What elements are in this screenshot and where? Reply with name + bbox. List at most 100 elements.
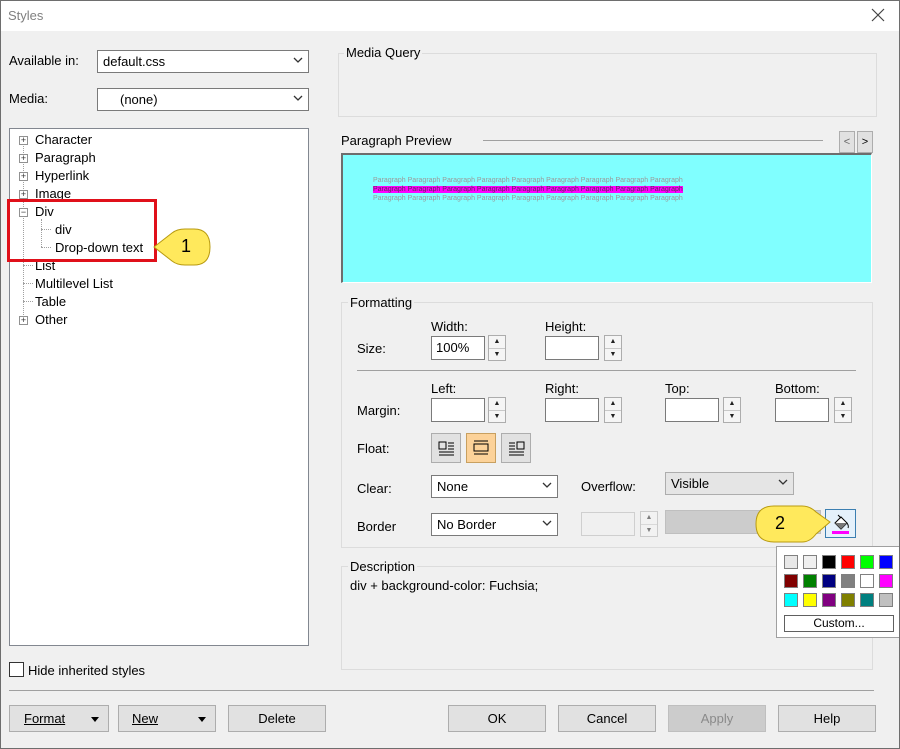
- tree-item-label: Table: [35, 294, 67, 309]
- formatting-label: Formatting: [348, 295, 415, 310]
- color-swatch[interactable]: [860, 593, 874, 607]
- down-arrow-icon[interactable]: ▼: [724, 410, 740, 422]
- chevron-down-icon: [293, 57, 303, 63]
- help-button[interactable]: Help: [778, 705, 876, 732]
- border-style-select[interactable]: No Border: [431, 513, 558, 536]
- available-in-label: Available in:: [9, 53, 79, 68]
- color-swatch[interactable]: [822, 574, 836, 588]
- tree-item-multilevel-list[interactable]: Multilevel List: [35, 275, 113, 293]
- expand-icon[interactable]: +: [19, 190, 28, 199]
- format-button[interactable]: Format: [9, 705, 109, 732]
- width-input[interactable]: 100%: [431, 336, 485, 360]
- float-left-button[interactable]: [431, 433, 461, 463]
- height-input[interactable]: [545, 336, 599, 360]
- color-swatch[interactable]: [803, 593, 817, 607]
- highlight-box: [7, 199, 157, 262]
- cancel-button[interactable]: Cancel: [558, 705, 656, 732]
- bottom-separator: [9, 690, 874, 691]
- border-style-value: No Border: [437, 517, 497, 532]
- color-swatch[interactable]: [784, 555, 798, 569]
- down-arrow-icon[interactable]: ▼: [489, 348, 505, 360]
- up-arrow-icon[interactable]: ▲: [605, 398, 621, 410]
- media-select[interactable]: (none): [97, 88, 309, 111]
- overflow-label: Overflow:: [581, 479, 636, 494]
- down-arrow-icon[interactable]: ▼: [489, 410, 505, 422]
- float-none-icon: [473, 440, 489, 455]
- dropdown-arrow-icon: [198, 717, 206, 722]
- preview-separator: [483, 140, 823, 141]
- preview-text-after: Paragraph Paragraph Paragraph Paragraph …: [373, 195, 683, 202]
- size-label: Size:: [357, 341, 386, 356]
- up-arrow-icon[interactable]: ▲: [605, 336, 621, 348]
- margin-left-input[interactable]: [431, 398, 485, 422]
- color-swatch[interactable]: [822, 593, 836, 607]
- margin-right-label: Right:: [545, 381, 579, 396]
- height-spinner[interactable]: ▲ ▼: [604, 335, 622, 361]
- available-in-value: default.css: [103, 54, 166, 69]
- height-label: Height:: [545, 319, 587, 334]
- new-button[interactable]: New: [118, 705, 216, 732]
- tree-item-table[interactable]: Table: [35, 293, 66, 311]
- color-swatch[interactable]: [784, 593, 798, 607]
- hide-inherited-checkbox[interactable]: [9, 662, 24, 677]
- up-arrow-icon[interactable]: ▲: [835, 398, 851, 410]
- margin-top-spinner[interactable]: ▲ ▼: [723, 397, 741, 423]
- overflow-select[interactable]: Visible: [665, 472, 794, 495]
- up-arrow-icon[interactable]: ▲: [489, 336, 505, 348]
- down-arrow-icon[interactable]: ▼: [605, 410, 621, 422]
- ok-button[interactable]: OK: [448, 705, 546, 732]
- margin-bottom-spinner[interactable]: ▲ ▼: [834, 397, 852, 423]
- color-swatch[interactable]: [879, 593, 893, 607]
- media-value: (none): [120, 92, 158, 107]
- margin-label: Margin:: [357, 403, 401, 418]
- color-swatch[interactable]: [841, 593, 855, 607]
- new-button-label: New: [132, 711, 159, 726]
- color-swatch[interactable]: [860, 574, 874, 588]
- custom-color-button[interactable]: Custom...: [784, 615, 894, 632]
- color-swatch[interactable]: [803, 574, 817, 588]
- up-arrow-icon[interactable]: ▲: [724, 398, 740, 410]
- up-arrow-icon[interactable]: ▲: [489, 398, 505, 410]
- description-label: Description: [348, 559, 418, 574]
- available-in-select[interactable]: default.css: [97, 50, 309, 73]
- margin-right-input[interactable]: [545, 398, 599, 422]
- expand-icon[interactable]: +: [19, 136, 28, 145]
- margin-left-spinner[interactable]: ▲ ▼: [488, 397, 506, 423]
- color-swatch[interactable]: [879, 555, 893, 569]
- down-arrow-icon[interactable]: ▼: [605, 348, 621, 360]
- overflow-value: Visible: [671, 476, 710, 491]
- color-swatch[interactable]: [822, 555, 836, 569]
- clear-select[interactable]: None: [431, 475, 558, 498]
- float-left-icon: [438, 441, 454, 456]
- tree-item-label: Hyperlink: [35, 168, 90, 183]
- color-palette[interactable]: Custom...: [776, 546, 900, 638]
- tree-item-label: Character: [35, 132, 93, 147]
- down-arrow-icon[interactable]: ▼: [835, 410, 851, 422]
- paragraph-preview: Paragraph Paragraph Paragraph Paragraph …: [341, 153, 872, 283]
- float-right-button[interactable]: [501, 433, 531, 463]
- color-swatch[interactable]: [879, 574, 893, 588]
- expand-icon[interactable]: +: [19, 154, 28, 163]
- close-icon[interactable]: [866, 4, 890, 26]
- margin-right-spinner[interactable]: ▲ ▼: [604, 397, 622, 423]
- color-swatch[interactable]: [841, 574, 855, 588]
- width-label: Width:: [431, 319, 468, 334]
- float-none-button[interactable]: [466, 433, 496, 463]
- margin-top-input[interactable]: [665, 398, 719, 422]
- delete-button[interactable]: Delete: [228, 705, 326, 732]
- float-right-icon: [509, 441, 525, 456]
- color-swatch[interactable]: [803, 555, 817, 569]
- expand-icon[interactable]: +: [19, 316, 28, 325]
- preview-next-button[interactable]: >: [857, 131, 873, 153]
- float-label: Float:: [357, 441, 390, 456]
- callout-number: 2: [774, 513, 785, 533]
- width-spinner[interactable]: ▲ ▼: [488, 335, 506, 361]
- expand-icon[interactable]: +: [19, 172, 28, 181]
- color-swatch[interactable]: [784, 574, 798, 588]
- color-swatch[interactable]: [841, 555, 855, 569]
- tree-line: [23, 283, 33, 284]
- color-swatch[interactable]: [860, 555, 874, 569]
- preview-prev-button[interactable]: <: [839, 131, 855, 153]
- chevron-down-icon: [778, 479, 788, 485]
- margin-bottom-input[interactable]: [775, 398, 829, 422]
